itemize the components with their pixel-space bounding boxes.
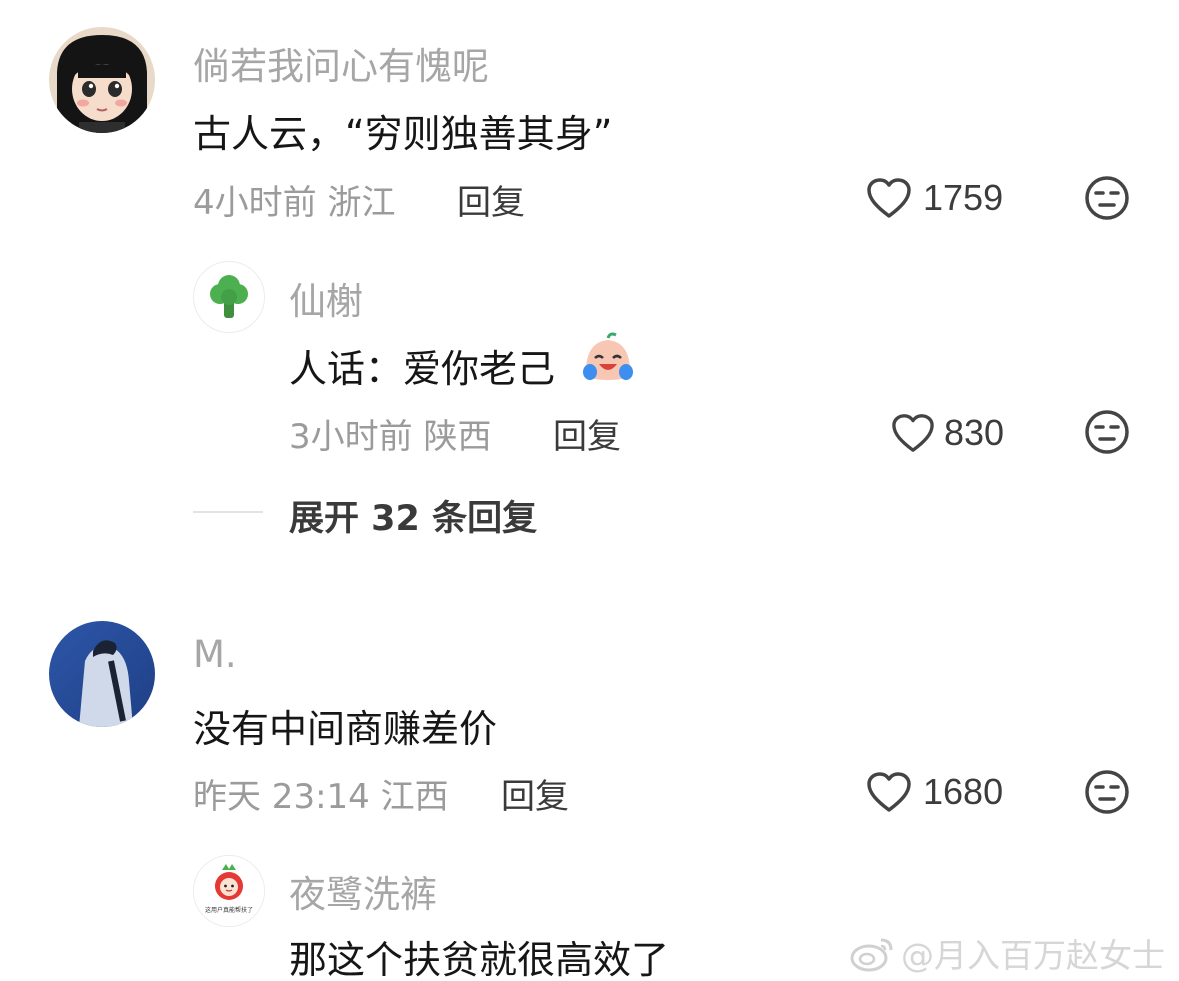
like-button[interactable]: 1680: [865, 767, 1003, 817]
comment-text: 古人云，“穷则独善其身”: [193, 112, 613, 156]
unamused-face-icon: [1085, 770, 1129, 814]
avatar-caption: 这用户真能帮扶了: [205, 906, 253, 914]
comment-section: 倘若我问心有愧呢 古人云，“穷则独善其身” 4小时前 浙江 回复 1759 仙榭…: [0, 0, 1179, 981]
comment-username[interactable]: M.: [193, 633, 237, 676]
reply-button[interactable]: 回复: [553, 409, 621, 458]
strawberry-character-icon: 这用户真能帮扶了: [194, 856, 264, 926]
reply-username[interactable]: 仙榭: [289, 271, 363, 325]
divider: [193, 511, 263, 513]
like-count: 1759: [923, 177, 1004, 218]
dislike-button[interactable]: [1083, 174, 1131, 226]
comment-meta: 4小时前 浙江: [193, 183, 396, 223]
reply-avatar[interactable]: [193, 261, 265, 333]
like-button[interactable]: 830: [890, 408, 1004, 458]
reply-text: 人话：爱你老己: [289, 338, 555, 393]
avatar[interactable]: [49, 621, 155, 727]
heart-outline-icon: [892, 414, 934, 452]
broccoli-icon: [210, 275, 248, 318]
comment-meta: 昨天 23:14 江西: [193, 777, 449, 817]
reply-button[interactable]: 回复: [501, 769, 569, 818]
blue-figure-avatar-icon: [49, 621, 155, 727]
watermark: @月入百万赵女士: [849, 928, 1165, 978]
reply-meta: 3小时前 陕西: [289, 417, 492, 457]
like-count: 830: [944, 412, 1005, 453]
unamused-face-icon: [1085, 410, 1129, 454]
reply-text-content: 人话：爱你老己: [289, 347, 556, 391]
heart-outline-icon: [867, 178, 911, 218]
heart-outline-icon: [867, 772, 911, 812]
comment-username[interactable]: 倘若我问心有愧呢: [193, 36, 489, 90]
crying-laughing-emoji-icon: [580, 332, 636, 388]
reply-username[interactable]: 夜鹭洗裤: [289, 864, 437, 918]
watermark-text: @月入百万赵女士: [901, 936, 1165, 975]
like-button[interactable]: 1759: [865, 173, 1003, 223]
avatar[interactable]: [49, 27, 155, 133]
unamused-face-icon: [1085, 176, 1129, 220]
like-count: 1680: [923, 771, 1004, 812]
expand-replies-button[interactable]: 展开 32 条回复: [289, 490, 537, 541]
girl-avatar-icon: [49, 27, 155, 133]
dislike-button[interactable]: [1083, 768, 1131, 820]
comment-text: 没有中间商赚差价: [193, 707, 498, 751]
reply-text: 那这个扶贫就很高效了: [289, 938, 670, 981]
dislike-button[interactable]: [1083, 408, 1131, 460]
reply-avatar[interactable]: 这用户真能帮扶了: [193, 855, 265, 927]
weibo-logo-icon: [850, 938, 893, 972]
reply-button[interactable]: 回复: [457, 175, 525, 224]
